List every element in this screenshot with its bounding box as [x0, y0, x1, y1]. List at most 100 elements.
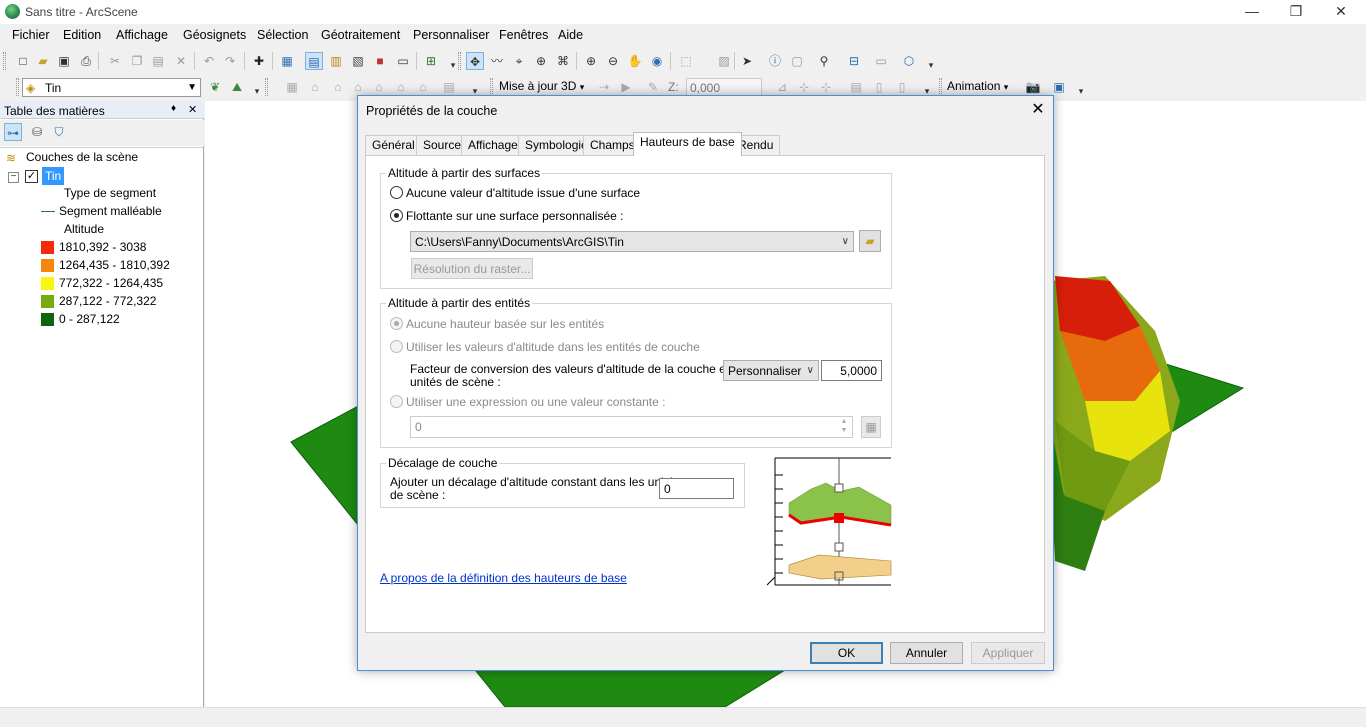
print-icon[interactable]: ⎙ — [77, 52, 95, 70]
rotate-tool-icon[interactable]: ⌂ — [370, 78, 388, 96]
tab-affichage[interactable]: Affichage — [461, 135, 525, 155]
toolbar-grip[interactable] — [490, 78, 493, 96]
radio-expression[interactable] — [390, 395, 403, 408]
scene-3d-icon[interactable]: ⬡ — [900, 52, 918, 70]
menu-personnaliser[interactable]: Personnaliser — [413, 28, 489, 42]
dialog-close-icon[interactable]: ✕ — [1026, 99, 1050, 121]
set-observer-icon[interactable]: ⌘ — [554, 52, 572, 70]
python-window-icon[interactable]: ▭ — [394, 52, 412, 70]
conversion-unit-select[interactable]: Personnaliser ∨ — [723, 360, 819, 381]
offset-input[interactable]: 0 — [659, 478, 734, 499]
edit-vertices-icon[interactable]: ⌂ — [329, 78, 347, 96]
arctoolbox-icon[interactable]: ■ — [371, 52, 389, 70]
tab-general[interactable]: Général — [365, 135, 422, 155]
identify-icon[interactable]: ⓘ — [766, 52, 784, 70]
surface-path-select[interactable]: C:\Users\Fanny\Documents\ArcGIS\Tin ∨ — [410, 231, 854, 252]
point-profile-icon[interactable]: ⊹ — [817, 78, 835, 96]
full-extent-icon[interactable]: ◉ — [648, 52, 666, 70]
apply-button[interactable]: Appliquer — [971, 642, 1045, 664]
tab-hauteurs-de-base[interactable]: Hauteurs de base — [633, 132, 742, 156]
menu-affichage[interactable]: Affichage — [116, 28, 168, 42]
toolbar-grip[interactable] — [265, 78, 268, 96]
time-slider-icon[interactable]: ▭ — [872, 52, 890, 70]
copy-icon[interactable]: ❐ — [128, 52, 146, 70]
capture-view-icon[interactable]: 📷 — [1024, 78, 1042, 96]
html-popup-icon[interactable]: ▢ — [788, 52, 806, 70]
clear-selection-icon[interactable]: ▨ — [715, 52, 733, 70]
play-icon[interactable]: ▶ — [617, 78, 635, 96]
radio-feature-values[interactable] — [390, 340, 403, 353]
cut-icon[interactable]: ✂ — [106, 52, 124, 70]
zoom-out-icon[interactable]: ⊖ — [604, 52, 622, 70]
toolbar-grip[interactable] — [939, 78, 942, 96]
list-by-source-icon[interactable]: ⛁ — [28, 123, 46, 141]
list-by-drawing-order-icon[interactable]: ⊶ — [4, 123, 22, 141]
radio-custom-surface[interactable] — [390, 209, 403, 222]
pan-icon[interactable]: ✋ — [626, 52, 644, 70]
select-elements-icon[interactable]: ➤ — [738, 52, 756, 70]
menu-aide[interactable]: Aide — [558, 28, 583, 42]
catalog-icon[interactable]: ▥ — [327, 52, 345, 70]
menu-geotraitement[interactable]: Géotraitement — [321, 28, 400, 42]
undo-icon[interactable]: ↶ — [200, 52, 218, 70]
zoom-to-target-icon[interactable]: ⊕ — [532, 52, 550, 70]
attributes-icon[interactable]: ▤ — [440, 78, 458, 96]
toolbar-grip[interactable] — [458, 52, 461, 70]
menu-fichier[interactable]: Fichier — [12, 28, 50, 42]
graph-icon[interactable]: ▯ — [893, 78, 911, 96]
contour-icon[interactable]: ❦ — [206, 78, 224, 96]
open-folder-icon[interactable]: ▰ — [34, 52, 52, 70]
zoom-in-icon[interactable]: ⊕ — [582, 52, 600, 70]
delete-icon[interactable]: ✕ — [172, 52, 190, 70]
layer-name-tin[interactable]: Tin — [42, 167, 65, 185]
pin-icon[interactable]: ♦ — [171, 103, 176, 114]
add-data-icon[interactable]: ✚ — [250, 52, 268, 70]
spinner-arrows-icon[interactable]: ▲ ▼ — [837, 417, 851, 437]
menu-geosignets[interactable]: Géosignets — [183, 28, 246, 42]
fly-icon[interactable]: 〰 — [488, 52, 506, 70]
toolbar-grip[interactable] — [16, 78, 19, 96]
measure-icon[interactable]: ⊟ — [845, 52, 863, 70]
paste-icon[interactable]: ▤ — [149, 52, 167, 70]
move-tool-icon[interactable]: ⌂ — [392, 78, 410, 96]
scene-layers-root[interactable]: Couches de la scène — [26, 150, 138, 164]
3d-editor-icon[interactable]: ▦ — [283, 78, 301, 96]
animation-controls-icon[interactable]: ▣ — [1050, 78, 1068, 96]
radio-no-feature-height[interactable] — [390, 317, 403, 330]
close-window-button[interactable]: ✕ — [1318, 0, 1364, 24]
collapse-toggle[interactable]: − — [8, 172, 19, 183]
interpolate-icon[interactable]: ⇢ — [595, 78, 613, 96]
navigate-icon[interactable]: ✥ — [466, 52, 484, 70]
minimize-button[interactable]: — — [1229, 0, 1275, 24]
profile-icon[interactable]: ⊹ — [795, 78, 813, 96]
select-features-icon[interactable]: ⬚ — [677, 52, 695, 70]
animation-menu[interactable]: Animation ▾ — [947, 79, 1008, 93]
snapping-icon[interactable]: ▯ — [870, 78, 888, 96]
edit-tool-icon[interactable]: ⌂ — [306, 78, 324, 96]
menu-selection[interactable]: Sélection — [257, 28, 308, 42]
search-window-icon[interactable]: ▧ — [349, 52, 367, 70]
ok-button[interactable]: OK — [810, 642, 883, 664]
menu-fenetres[interactable]: Fenêtres — [499, 28, 548, 42]
new-document-icon[interactable]: □ — [14, 52, 32, 70]
browse-folder-icon[interactable]: ▰ — [859, 230, 881, 252]
help-link[interactable]: A propos de la définition des hauteurs d… — [380, 571, 627, 585]
model-builder-icon[interactable]: ⊞ — [422, 52, 440, 70]
conversion-factor-input[interactable]: 5,0000 — [821, 360, 882, 381]
scene-properties-icon[interactable]: ▦ — [278, 52, 296, 70]
table-of-contents-icon[interactable]: ▤ — [305, 52, 323, 70]
menu-edition[interactable]: Edition — [63, 28, 101, 42]
save-icon[interactable]: ▣ — [55, 52, 73, 70]
layer-visibility-checkbox[interactable]: ✓ — [25, 170, 38, 183]
toolbar-overflow-icon[interactable]: ▾ — [922, 56, 940, 74]
radio-no-surface[interactable] — [390, 186, 403, 199]
expression-input[interactable]: 0 — [410, 416, 853, 438]
steepest-path-icon[interactable]: ⛰ — [228, 78, 246, 96]
redo-icon[interactable]: ↷ — [221, 52, 239, 70]
cancel-button[interactable]: Annuler — [890, 642, 963, 664]
table-icon[interactable]: ▤ — [847, 78, 865, 96]
maximize-button[interactable]: ❐ — [1273, 0, 1319, 24]
toolbar-overflow-icon[interactable]: ▾ — [248, 82, 266, 100]
scale-tool-icon[interactable]: ⌂ — [414, 78, 432, 96]
pencil-icon[interactable]: ✎ — [644, 78, 662, 96]
